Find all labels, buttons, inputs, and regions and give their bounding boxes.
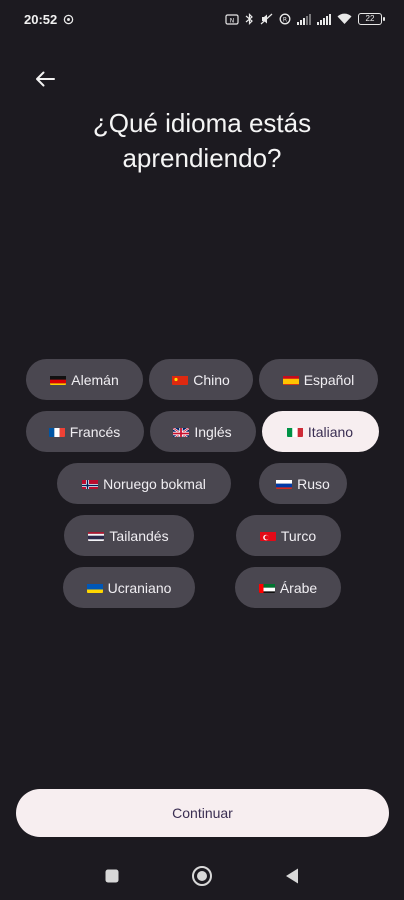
triangle-left-icon <box>286 868 298 884</box>
chip-label: Inglés <box>194 423 232 440</box>
chip-aleman[interactable]: Alemán <box>26 359 143 400</box>
svg-text:N: N <box>230 17 235 24</box>
chip-row: Alemán Chino Español <box>0 359 404 400</box>
chip-row: Francés Inglés Italiano <box>0 411 404 452</box>
chip-noruego-bokmal[interactable]: Noruego bokmal <box>57 463 231 504</box>
flag-thailand-icon <box>88 530 105 541</box>
chip-arabe[interactable]: Árabe <box>235 567 341 608</box>
chip-ucraniano[interactable]: Ucraniano <box>63 567 195 608</box>
continue-button[interactable]: Continuar <box>16 789 389 837</box>
flag-ukraine-icon <box>86 582 103 593</box>
flag-norway-icon <box>82 478 99 489</box>
home-button[interactable] <box>189 863 215 889</box>
square-icon <box>105 869 119 883</box>
flag-china-icon <box>172 374 189 385</box>
chip-frances[interactable]: Francés <box>25 411 144 452</box>
flag-uk-icon <box>173 426 190 437</box>
chip-row: Noruego bokmal Ruso <box>0 463 404 504</box>
language-chip-list: Alemán Chino Español Francés Inglés Ital… <box>0 359 404 619</box>
status-left: 20:52 <box>24 12 74 27</box>
chip-label: Alemán <box>71 371 119 388</box>
mute-icon <box>260 13 273 25</box>
signal-2-icon <box>317 13 331 25</box>
chip-label: Chino <box>193 371 230 388</box>
status-bar: 20:52 N R 22 <box>0 0 404 38</box>
system-nav-bar <box>0 852 404 900</box>
chip-label: Italiano <box>307 423 354 440</box>
battery-icon: 22 <box>358 13 385 25</box>
chip-chino[interactable]: Chino <box>149 359 253 400</box>
chip-turco[interactable]: Turco <box>235 515 341 556</box>
chip-ruso[interactable]: Ruso <box>259 463 347 504</box>
chip-label: Turco <box>280 527 317 544</box>
chip-label: Ucraniano <box>107 579 172 596</box>
chip-espanol[interactable]: Español <box>259 359 378 400</box>
status-right: N R 22 <box>225 13 385 25</box>
flag-italy-icon <box>286 426 303 437</box>
arrow-left-icon <box>36 71 55 87</box>
flag-turkey-icon <box>259 530 276 541</box>
page-title: ¿Qué idioma estás aprendiendo? <box>92 108 312 173</box>
flag-uae-icon <box>258 582 275 593</box>
bluetooth-icon <box>245 13 254 25</box>
flag-germany-icon <box>50 374 67 385</box>
status-time: 20:52 <box>24 11 58 27</box>
back-nav-button[interactable] <box>279 863 305 889</box>
flag-russia-icon <box>276 478 293 489</box>
sync-icon <box>63 14 74 25</box>
chip-label: Árabe <box>279 579 318 596</box>
signal-1-icon <box>297 13 311 25</box>
chip-label: Ruso <box>297 475 330 492</box>
chip-row: Tailandés Turco <box>0 515 404 556</box>
wifi-icon <box>337 13 352 25</box>
chip-label: Tailandés <box>109 527 169 544</box>
chip-label: Español <box>303 371 355 388</box>
chip-tailandes[interactable]: Tailandés <box>63 515 194 556</box>
flag-spain-icon <box>282 374 299 385</box>
chip-label: Noruego bokmal <box>103 475 206 492</box>
nfc-icon: N <box>225 13 239 25</box>
data-saver-icon: R <box>279 13 291 25</box>
chip-label: Francés <box>69 423 121 440</box>
chip-row: Ucraniano Árabe <box>0 567 404 608</box>
chip-ingles[interactable]: Inglés <box>149 411 256 452</box>
flag-france-icon <box>48 426 65 437</box>
recents-button[interactable] <box>99 863 125 889</box>
chip-italiano[interactable]: Italiano <box>261 411 379 452</box>
back-button[interactable] <box>30 64 60 94</box>
circle-icon <box>192 866 212 886</box>
svg-text:R: R <box>283 16 287 23</box>
